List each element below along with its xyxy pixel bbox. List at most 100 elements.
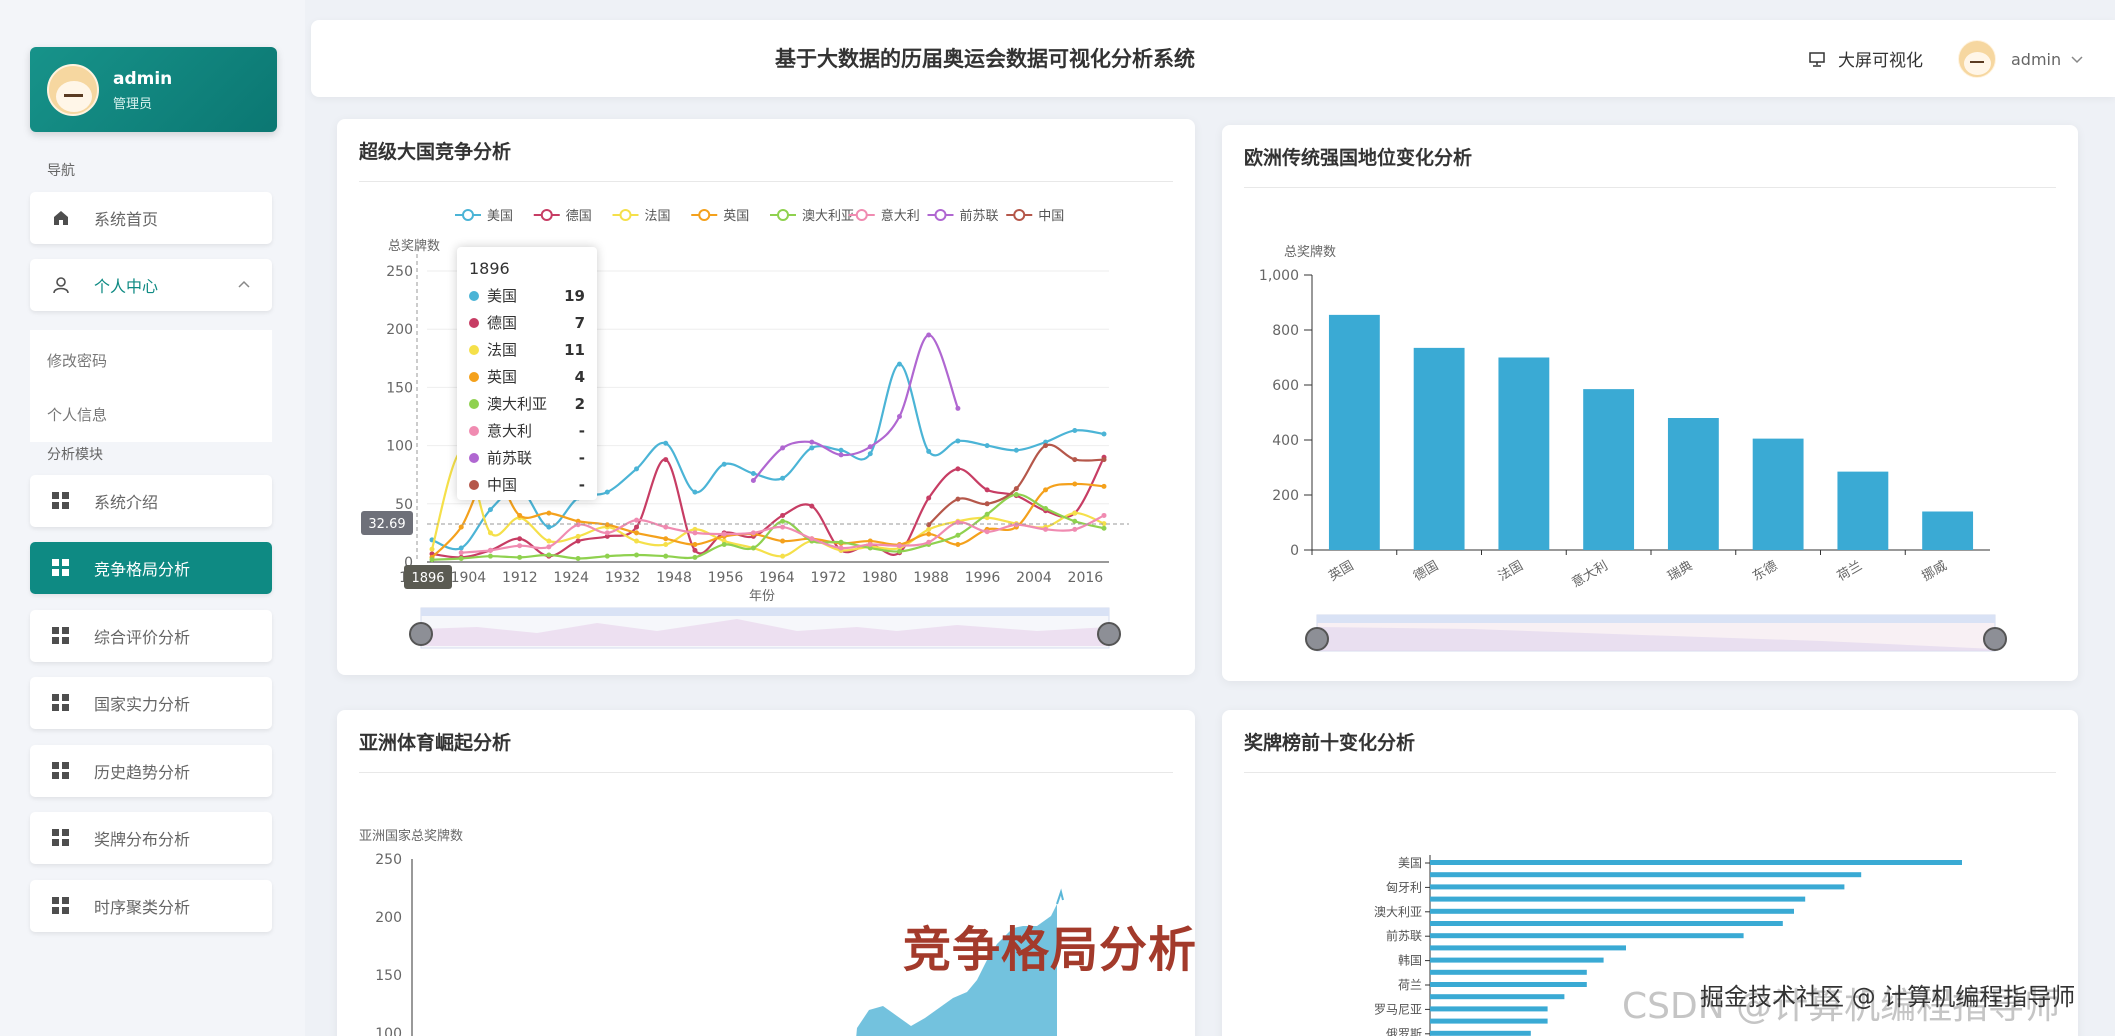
submenu-personal-info[interactable]: 个人信息 [47,404,107,425]
data-point [517,543,523,549]
data-point [780,538,786,544]
menu-label-personal-center: 个人中心 [94,277,159,296]
x-tick-label: 德国 [1411,558,1441,584]
x-axis-label: 年份 [749,589,775,604]
bar [1498,357,1550,550]
tooltip-series-name: 中国 [487,476,518,494]
menu-item-strength[interactable]: 国家实力分析 [30,677,272,729]
tooltip-series-name: 澳大利亚 [487,395,548,413]
data-point [1072,510,1078,516]
big-screen-link[interactable]: 大屏可视化 [1808,46,1923,71]
data-point [896,414,902,419]
hbar [1430,933,1744,939]
tooltip-series-value: - [578,448,585,467]
data-point [809,445,815,451]
data-point [750,478,756,484]
tooltip-series-value: 19 [564,286,585,305]
tooltip-row: 中国 - [469,471,585,498]
legend-label: 前苏联 [960,208,999,224]
y-tick-label: 前苏联 [1386,928,1422,943]
monitor-icon [1809,51,1825,67]
y-axis-label: 总奖牌数 [388,238,440,254]
tooltip-marker [469,479,479,490]
data-point [1043,526,1049,532]
x-tick-label: 1956 [708,570,744,586]
data-point [926,448,932,454]
y-tick-label: 荷兰 [1398,978,1422,992]
bar [1328,314,1380,550]
data-point [487,553,493,559]
y-tick-label: 罗马尼亚 [1374,1002,1422,1016]
data-point [750,471,756,477]
tooltip-row: 澳大利亚 2 [469,390,585,417]
data-point [604,522,610,528]
data-point [838,539,844,545]
axis-pointer-x: 1896 [411,571,444,586]
data-point [517,554,523,560]
tooltip-row: 美国 19 [469,282,585,309]
tooltip-series-name: 前苏联 [487,449,533,467]
menu-item-history[interactable]: 历史趋势分析 [30,745,272,797]
y-tick-label: 250 [386,264,413,280]
menu-item-distribution[interactable]: 奖牌分布分析 [30,812,272,864]
data-point [1072,481,1078,487]
menu-item-home[interactable]: 系统首页 [30,192,272,244]
area-series-tip [1056,888,1064,905]
europe-bar-chart[interactable]: 总奖牌数 1,000 800 600 400 200 0 英国 德国 法国 意大利 瑞典 东德 荷兰 挪威 [1222,125,2078,681]
menu-item-evaluation[interactable]: 综合评价分析 [30,610,272,662]
datazoom-handle[interactable] [1097,622,1121,646]
grid-icon [52,829,70,847]
data-point [692,547,698,553]
menu-item-competition[interactable]: 竞争格局分析 [30,542,272,594]
user-card[interactable]: admin 管理员 [30,47,277,132]
x-tick-label: 1964 [759,570,795,586]
tooltip-series-name: 英国 [487,368,518,386]
chevron-up-icon[interactable] [238,280,250,290]
asia-area-chart[interactable]: 亚洲国家总奖牌数 250 200 150 100 [337,710,1195,1036]
x-tick-label: 1988 [913,570,949,586]
submenu-change-password[interactable]: 修改密码 [47,350,107,371]
legend-marker [1013,209,1026,221]
user-avatar [47,64,99,116]
data-point [955,438,961,444]
data-point [1072,526,1078,532]
grid-icon [52,897,70,915]
data-point [458,545,464,551]
grid-icon [52,559,70,577]
datazoom-bar [421,608,1109,616]
data-point [984,443,990,449]
datazoom-handle[interactable] [409,622,433,646]
data-point [955,532,961,538]
data-point [458,524,464,530]
tooltip-marker [469,371,479,382]
menu-label: 历史趋势分析 [94,763,191,782]
tooltip-title: 1896 [469,259,510,278]
data-point [809,536,815,542]
menu-item-personal-center[interactable]: 个人中心 [30,259,272,311]
data-point [663,457,669,463]
legend-label: 德国 [566,209,592,224]
tooltip-marker [469,344,479,355]
datazoom-handle[interactable] [1983,627,2007,651]
data-point [429,557,435,563]
data-point [1013,447,1019,453]
data-point [458,550,464,556]
sidebar: admin 管理员 导航 系统首页 个人中心 修改密码 个人信息 分析模块 系统… [0,0,305,1036]
y-tick-label: 100 [386,439,413,455]
menu-label: 综合评价分析 [94,628,191,647]
data-point [546,538,552,544]
menu-item-intro[interactable]: 系统介绍 [30,475,272,527]
module-section-title: 分析模块 [47,447,103,463]
menu-item-clustering[interactable]: 时序聚类分析 [30,880,272,932]
chart-tooltip: 1896 美国 19 德国 7 法国 11 英国 4 澳大利亚 2 意大利 - 前苏联 - 中国 - [457,247,597,500]
data-point [634,466,640,472]
data-point [896,361,902,367]
header-user-menu[interactable]: admin [1958,40,2083,78]
hbar [1430,982,1587,987]
user-icon [53,277,69,294]
data-point [1101,512,1107,518]
tooltip-marker [469,317,479,328]
datazoom-handle[interactable] [1305,627,1329,651]
x-tick-label: 瑞典 [1665,558,1695,584]
tooltip-row: 法国 11 [469,336,585,363]
